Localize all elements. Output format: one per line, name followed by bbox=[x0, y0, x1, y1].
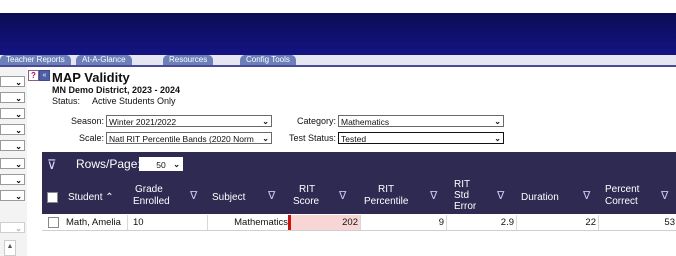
season-label: Season: bbox=[70, 116, 104, 126]
app-banner bbox=[0, 13, 676, 55]
cell-grade: 10 bbox=[133, 217, 144, 228]
test-status-select[interactable]: Tested ⌄ bbox=[338, 132, 504, 144]
scale-value: Natl RIT Percentile Bands (2020 Norm bbox=[109, 134, 254, 144]
select-all-checkbox[interactable] bbox=[47, 192, 58, 203]
district-year: MN Demo District, 2023 - 2024 bbox=[52, 85, 181, 95]
column-rit-std-error[interactable]: RIT Std Error bbox=[454, 179, 484, 212]
season-select[interactable]: Winter 2021/2022 ⌄ bbox=[106, 115, 272, 127]
rit-score-header-line2: Score bbox=[293, 196, 320, 207]
filter-icon[interactable]: ∇ bbox=[430, 189, 437, 202]
rit-std-error-header-line1: RIT bbox=[454, 179, 471, 190]
chevron-down-icon: ⌄ bbox=[15, 94, 22, 103]
cell-duration: 22 bbox=[585, 217, 596, 228]
filter-icon[interactable]: ∇ bbox=[661, 189, 668, 202]
scroll-up-arrow[interactable]: ▲ bbox=[4, 240, 16, 256]
chevron-down-icon: ⌄ bbox=[262, 134, 269, 143]
rit-percentile-header-line2: Percentile bbox=[364, 196, 409, 207]
chevron-down-icon: ⌄ bbox=[15, 192, 22, 201]
tab-resources[interactable]: Resources bbox=[163, 55, 214, 65]
left-dropdown-9[interactable]: ⌄ bbox=[0, 222, 25, 233]
rows-per-page-select[interactable]: 50 ⌄ bbox=[139, 157, 183, 171]
row-checkbox[interactable] bbox=[48, 217, 59, 228]
filter-icon[interactable]: ∇ bbox=[339, 189, 346, 202]
chevron-down-icon: ⌄ bbox=[173, 160, 180, 169]
report-title: MAP Validity bbox=[52, 70, 130, 85]
scale-label: Scale: bbox=[78, 133, 104, 143]
cell-subject: Mathematics bbox=[234, 217, 288, 228]
grade-header-line1: Grade bbox=[135, 184, 163, 195]
rit-std-error-header-line3: Error bbox=[454, 201, 477, 212]
column-duration[interactable]: Duration bbox=[521, 192, 559, 204]
help-icon[interactable]: ? bbox=[28, 70, 39, 81]
left-dropdown-5[interactable]: ⌄ bbox=[0, 140, 25, 151]
column-student[interactable]: Student ⌃ bbox=[68, 192, 114, 204]
tab-config-tools[interactable]: Config Tools bbox=[240, 55, 296, 65]
chevron-down-icon: ⌄ bbox=[15, 110, 22, 119]
filter-icon[interactable]: ∇ bbox=[583, 189, 590, 202]
scale-select[interactable]: Natl RIT Percentile Bands (2020 Norm ⌄ bbox=[106, 132, 272, 144]
category-label: Category: bbox=[296, 116, 336, 126]
category-select[interactable]: Mathematics ⌄ bbox=[338, 115, 504, 127]
sort-ascending-icon[interactable]: ⌃ bbox=[105, 192, 113, 203]
chevron-down-icon: ⌄ bbox=[15, 126, 22, 135]
left-dropdown-4[interactable]: ⌄ bbox=[0, 124, 25, 135]
test-status-label: Test Status: bbox=[288, 133, 336, 143]
column-rit-score[interactable]: RIT Score bbox=[293, 184, 333, 208]
column-subject[interactable]: Subject bbox=[212, 192, 245, 204]
rit-std-error-header-line2: Std bbox=[454, 190, 470, 201]
rows-per-page-label: Rows/Page: bbox=[76, 157, 141, 171]
left-dropdown-2[interactable]: ⌄ bbox=[0, 92, 25, 103]
tab-at-a-glance[interactable]: At-A-Glance bbox=[76, 55, 132, 65]
cell-rit-std-error: 2.9 bbox=[500, 217, 514, 228]
season-value: Winter 2021/2022 bbox=[109, 117, 177, 127]
tab-teacher-reports[interactable]: Teacher Reports bbox=[0, 55, 71, 65]
test-status-value: Tested bbox=[341, 134, 367, 144]
column-percent-correct[interactable]: Percent Correct bbox=[605, 184, 655, 208]
tab-underline bbox=[0, 65, 676, 67]
chevron-down-icon: ⌄ bbox=[15, 224, 22, 233]
chevron-down-icon: ⌄ bbox=[15, 142, 22, 151]
left-dropdown-3[interactable]: ⌄ bbox=[0, 108, 25, 119]
left-dropdown-6[interactable]: ⌄ bbox=[0, 158, 25, 169]
chevron-down-icon: ⌄ bbox=[494, 117, 501, 126]
left-dropdown-7[interactable]: ⌄ bbox=[0, 174, 25, 185]
chevron-down-icon: ⌄ bbox=[15, 78, 22, 87]
filter-icon[interactable]: ∇ bbox=[190, 189, 197, 202]
table-row[interactable]: Math, Amelia 10 Mathematics 202 9 2.9 22… bbox=[42, 215, 676, 231]
filter-icon[interactable]: ∇ bbox=[268, 189, 275, 202]
rit-score-header-line1: RIT bbox=[299, 184, 316, 195]
column-rit-percentile[interactable]: RIT Percentile bbox=[364, 184, 424, 208]
grade-header-line2: Enrolled bbox=[133, 196, 170, 207]
percent-correct-header-line2: Correct bbox=[605, 196, 638, 207]
left-dropdown-1[interactable]: ⌄ bbox=[0, 76, 25, 87]
status-value: Active Students Only bbox=[92, 96, 176, 106]
chevron-down-icon: ⌄ bbox=[494, 134, 501, 143]
collapse-icon[interactable]: « bbox=[39, 70, 50, 81]
column-grade[interactable]: Grade Enrolled bbox=[133, 184, 193, 208]
student-header-label: Student bbox=[68, 192, 103, 203]
filter-icon[interactable]: ∇ bbox=[497, 189, 504, 202]
chevron-down-icon: ⌄ bbox=[262, 117, 269, 126]
cell-percent-correct: 53 bbox=[664, 217, 675, 228]
rows-per-page-value: 50 bbox=[156, 160, 166, 170]
cell-rit-score: 202 bbox=[342, 217, 358, 228]
chevron-down-icon: ⌄ bbox=[15, 176, 22, 185]
left-dropdown-8[interactable]: ⌄ bbox=[0, 190, 25, 201]
percent-correct-header-line1: Percent bbox=[605, 184, 640, 195]
clear-filter-icon[interactable]: ⊽ bbox=[47, 157, 57, 173]
rit-percentile-header-line1: RIT bbox=[378, 184, 395, 195]
cell-student[interactable]: Math, Amelia bbox=[66, 215, 121, 230]
top-strip bbox=[0, 0, 676, 13]
status-label: Status: bbox=[52, 96, 81, 106]
chevron-down-icon: ⌄ bbox=[15, 160, 22, 169]
cell-divider bbox=[127, 215, 128, 230]
category-value: Mathematics bbox=[341, 117, 390, 127]
cell-rit-percentile: 9 bbox=[438, 217, 444, 228]
